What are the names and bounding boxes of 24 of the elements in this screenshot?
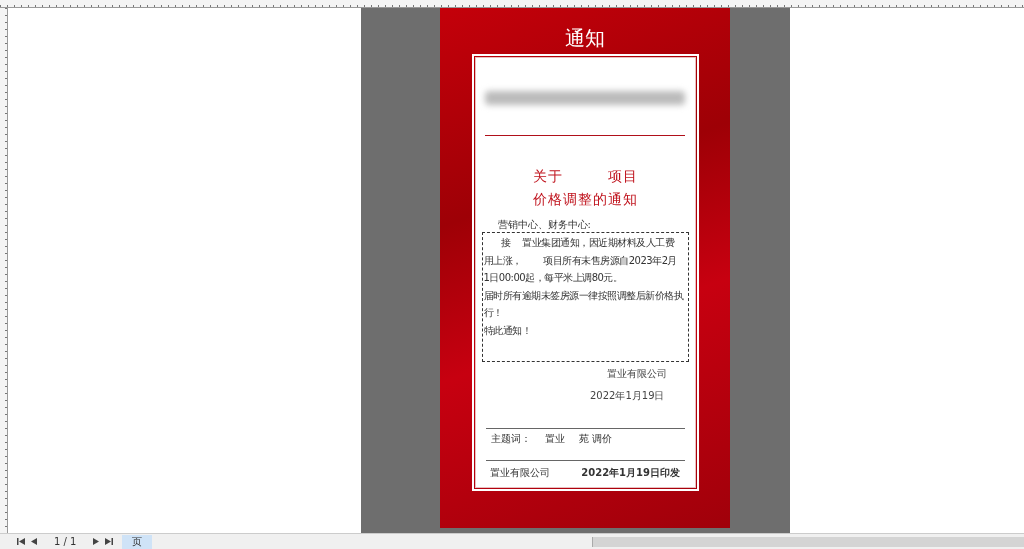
first-page-icon[interactable] [17,538,25,545]
date-text: 2022年1月19日 [589,389,665,403]
body-text-line: 行！ [482,306,503,320]
banner-title: 通知 [565,25,605,51]
previous-page-icon[interactable] [31,538,37,545]
subject-term: 置业 [544,432,565,446]
subject-label: 主题词： [490,432,531,446]
next-page-icon[interactable] [93,538,100,545]
page-tab[interactable]: 页 [122,534,153,549]
issue-date-text: 2022年1月19日印发 [581,466,680,480]
body-text-line: 届时所有逾期未签房源一律按照调整后新价格执 [482,288,683,303]
signature-text: 置业有限公司 [606,367,667,381]
heading-line: 关于 项目 [532,167,638,186]
subject-term: 苑 调价 [578,432,612,446]
last-page-icon[interactable] [105,538,114,545]
issuer-text: 置业有限公司 [490,466,550,480]
addressee-text: 营销中心、财务中心: [497,219,591,231]
body-text-line: 1日00:00起，每平米上调80元。 [482,271,623,285]
heading-line: 价格调整的通知 [532,190,638,209]
horizontal-scrollbar[interactable] [592,536,1024,547]
body-text-line: 接 置业集团通知，因近期材料及人工费 [499,236,675,250]
body-text-line: 特此通知！ [482,323,531,338]
body-text-line: 用上涨， 项目所有未售房源自2023年2月 [482,253,677,268]
page-counter: 1 / 1 [54,536,77,547]
